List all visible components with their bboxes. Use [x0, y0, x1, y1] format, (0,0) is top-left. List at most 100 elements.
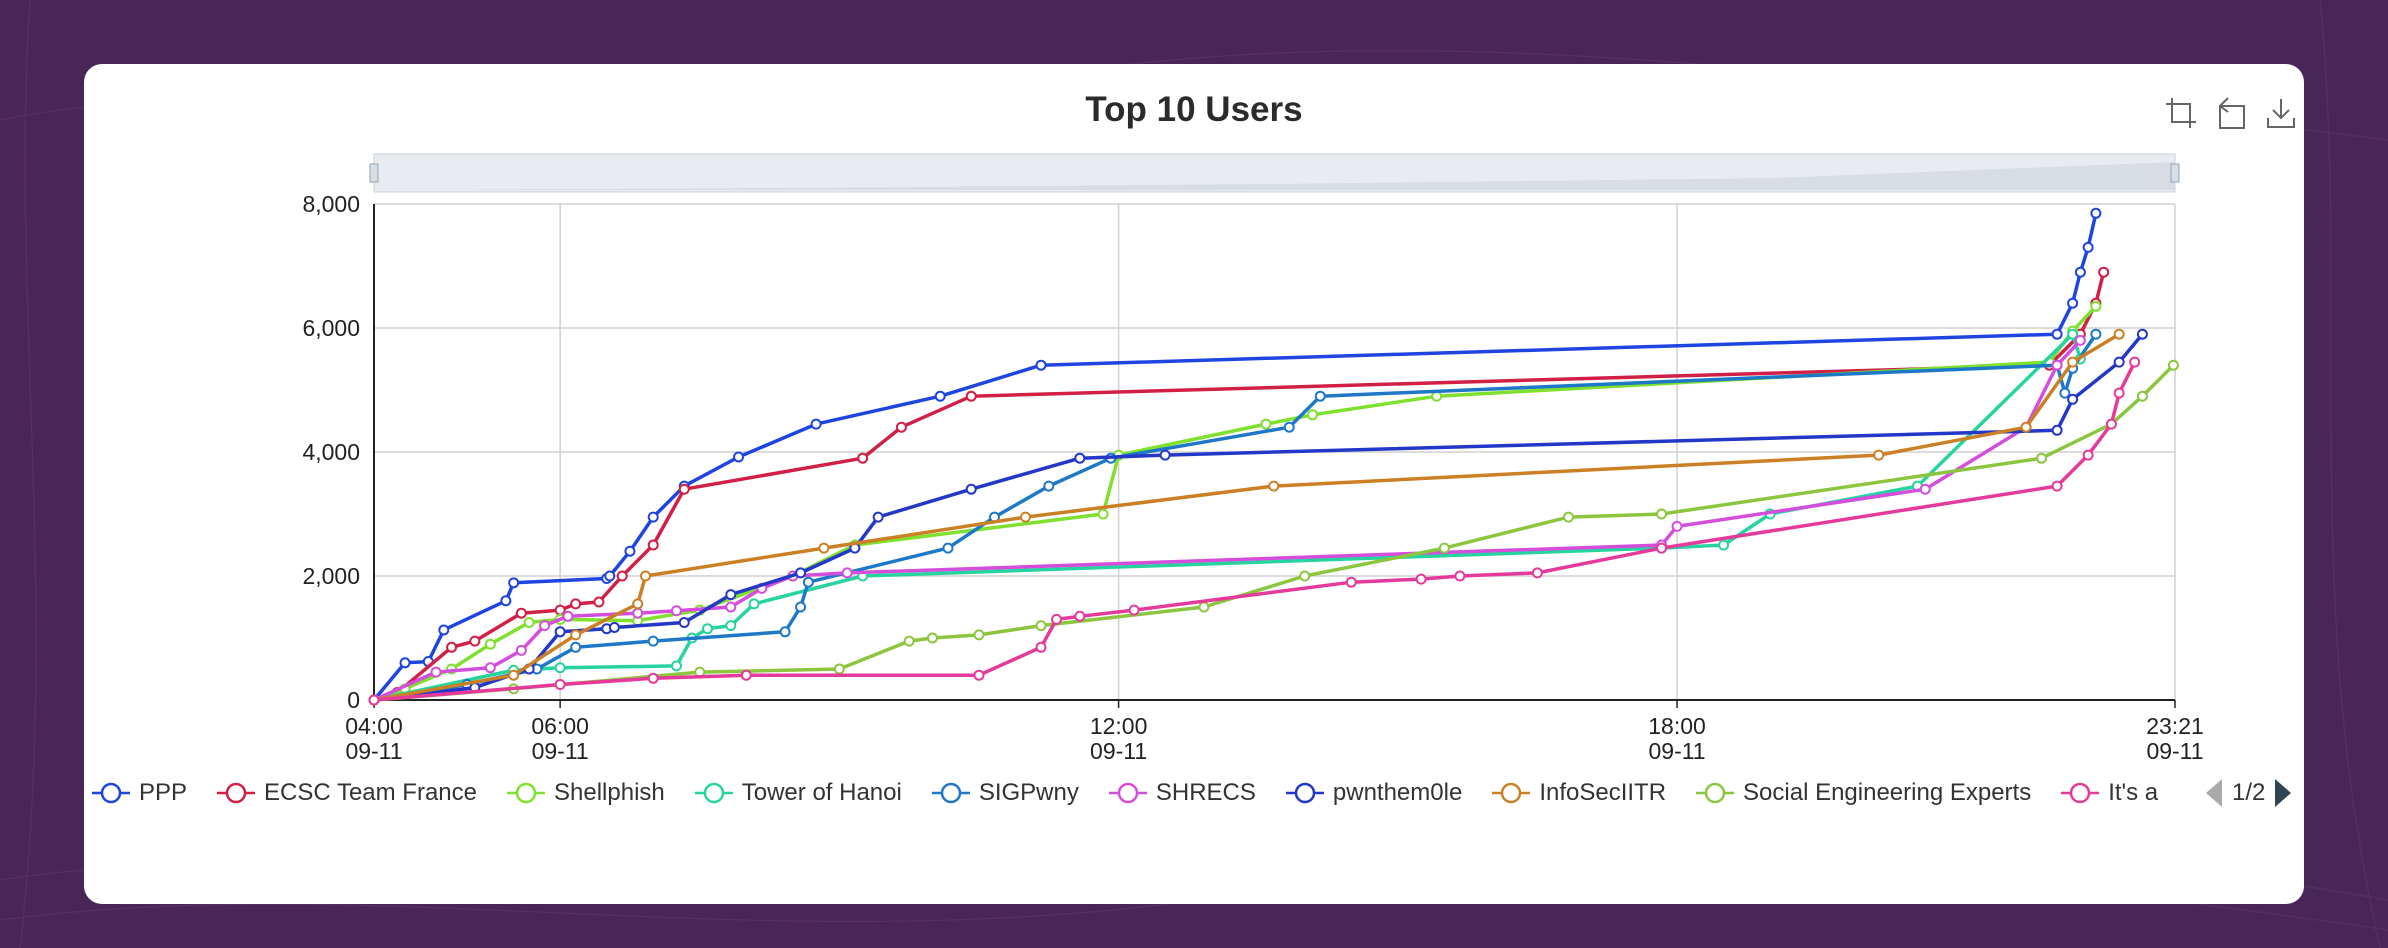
data-point[interactable]	[430, 666, 442, 678]
data-point[interactable]	[702, 623, 714, 635]
data-point[interactable]	[608, 621, 620, 633]
data-point[interactable]	[810, 418, 822, 430]
data-point[interactable]	[2113, 387, 2125, 399]
data-point[interactable]	[1035, 641, 1047, 653]
data-point[interactable]	[965, 390, 977, 402]
data-point[interactable]	[795, 567, 807, 579]
legend-prev-icon[interactable]	[2204, 777, 2224, 809]
data-point[interactable]	[1283, 421, 1295, 433]
data-point[interactable]	[2067, 356, 2079, 368]
data-point[interactable]	[1260, 418, 1272, 430]
legend-item-social-engineering-experts[interactable]: Social Engineering Experts	[1696, 768, 2031, 818]
data-point[interactable]	[1873, 449, 1885, 461]
data-point[interactable]	[647, 635, 659, 647]
data-point[interactable]	[570, 641, 582, 653]
data-point[interactable]	[2074, 334, 2086, 346]
data-point[interactable]	[2113, 356, 2125, 368]
data-point[interactable]	[1919, 483, 1931, 495]
legend-item-shellphish[interactable]: Shellphish	[507, 768, 665, 818]
data-point[interactable]	[2105, 418, 2117, 430]
legend-item-infoseciitr[interactable]: InfoSecIITR	[1492, 768, 1666, 818]
data-point[interactable]	[1074, 452, 1086, 464]
data-point[interactable]	[2067, 297, 2079, 309]
data-point[interactable]	[678, 617, 690, 628]
data-point[interactable]	[1671, 520, 1683, 532]
data-point[interactable]	[484, 638, 496, 650]
data-point[interactable]	[2129, 356, 2141, 368]
data-point[interactable]	[725, 620, 737, 632]
data-point[interactable]	[802, 576, 814, 588]
data-point[interactable]	[965, 483, 977, 495]
data-point[interactable]	[469, 635, 481, 647]
data-point[interactable]	[639, 570, 651, 582]
data-point[interactable]	[942, 542, 954, 554]
data-point[interactable]	[841, 567, 853, 579]
data-point[interactable]	[2051, 424, 2063, 436]
data-point[interactable]	[539, 620, 551, 632]
data-point[interactable]	[1562, 511, 1574, 523]
data-point[interactable]	[554, 662, 566, 674]
legend-item-pwnthem0le[interactable]: pwnthem0le	[1285, 768, 1462, 818]
data-point[interactable]	[857, 452, 869, 464]
data-point[interactable]	[616, 570, 628, 582]
data-point[interactable]	[2090, 300, 2102, 312]
data-point[interactable]	[1531, 567, 1543, 579]
data-point[interactable]	[973, 629, 985, 641]
data-point[interactable]	[508, 577, 520, 589]
data-point[interactable]	[2098, 266, 2110, 278]
data-point[interactable]	[632, 607, 644, 619]
data-point[interactable]	[632, 598, 644, 610]
data-point[interactable]	[1074, 610, 1086, 622]
legend-item-ppp[interactable]: PPP	[92, 768, 187, 818]
data-point[interactable]	[678, 483, 690, 495]
data-point[interactable]	[2082, 241, 2094, 253]
data-point[interactable]	[523, 617, 535, 628]
data-point[interactable]	[515, 644, 527, 656]
data-zoom-handle-right[interactable]	[2170, 163, 2180, 183]
data-point[interactable]	[1043, 480, 1055, 492]
legend-item-sigpwny[interactable]: SIGPwny	[931, 768, 1079, 818]
data-point[interactable]	[670, 605, 682, 617]
data-point[interactable]	[515, 607, 527, 619]
data-point[interactable]	[2051, 480, 2063, 492]
data-point[interactable]	[1020, 511, 1032, 523]
data-point[interactable]	[740, 669, 752, 681]
legend-item-shrecs[interactable]: SHRECS	[1108, 768, 1256, 818]
data-point[interactable]	[500, 595, 512, 607]
data-point[interactable]	[2136, 328, 2148, 340]
data-point[interactable]	[725, 601, 737, 613]
data-point[interactable]	[748, 598, 760, 610]
data-point[interactable]	[438, 624, 450, 636]
data-point[interactable]	[2059, 387, 2071, 399]
data-zoom-icon[interactable]	[2164, 96, 2198, 130]
data-point[interactable]	[903, 635, 915, 647]
data-point[interactable]	[1035, 359, 1047, 371]
data-point[interactable]	[2136, 390, 2148, 402]
data-point[interactable]	[1268, 480, 1280, 492]
legend-item-it-s-a[interactable]: It's a	[2061, 768, 2158, 818]
data-point[interactable]	[2074, 266, 2086, 278]
data-point[interactable]	[1198, 601, 1210, 613]
data-point[interactable]	[818, 542, 830, 554]
data-point[interactable]	[1097, 508, 1109, 520]
data-point[interactable]	[399, 657, 411, 669]
data-point[interactable]	[2090, 328, 2102, 340]
data-point[interactable]	[604, 570, 616, 582]
data-point[interactable]	[2167, 359, 2179, 371]
data-point[interactable]	[508, 669, 520, 681]
data-point[interactable]	[570, 629, 582, 641]
data-point[interactable]	[1454, 570, 1466, 582]
data-point[interactable]	[647, 511, 659, 523]
data-point[interactable]	[624, 545, 636, 557]
data-point[interactable]	[779, 626, 791, 638]
zoom-reset-icon[interactable]	[2214, 96, 2248, 130]
data-point[interactable]	[2051, 359, 2063, 371]
data-point[interactable]	[647, 539, 659, 551]
data-point[interactable]	[1345, 576, 1357, 588]
data-point[interactable]	[1656, 542, 1668, 554]
data-point[interactable]	[484, 662, 496, 674]
data-point[interactable]	[554, 604, 566, 616]
save-as-image-icon[interactable]	[2264, 96, 2298, 130]
data-point[interactable]	[570, 598, 582, 610]
data-point[interactable]	[2090, 207, 2102, 219]
